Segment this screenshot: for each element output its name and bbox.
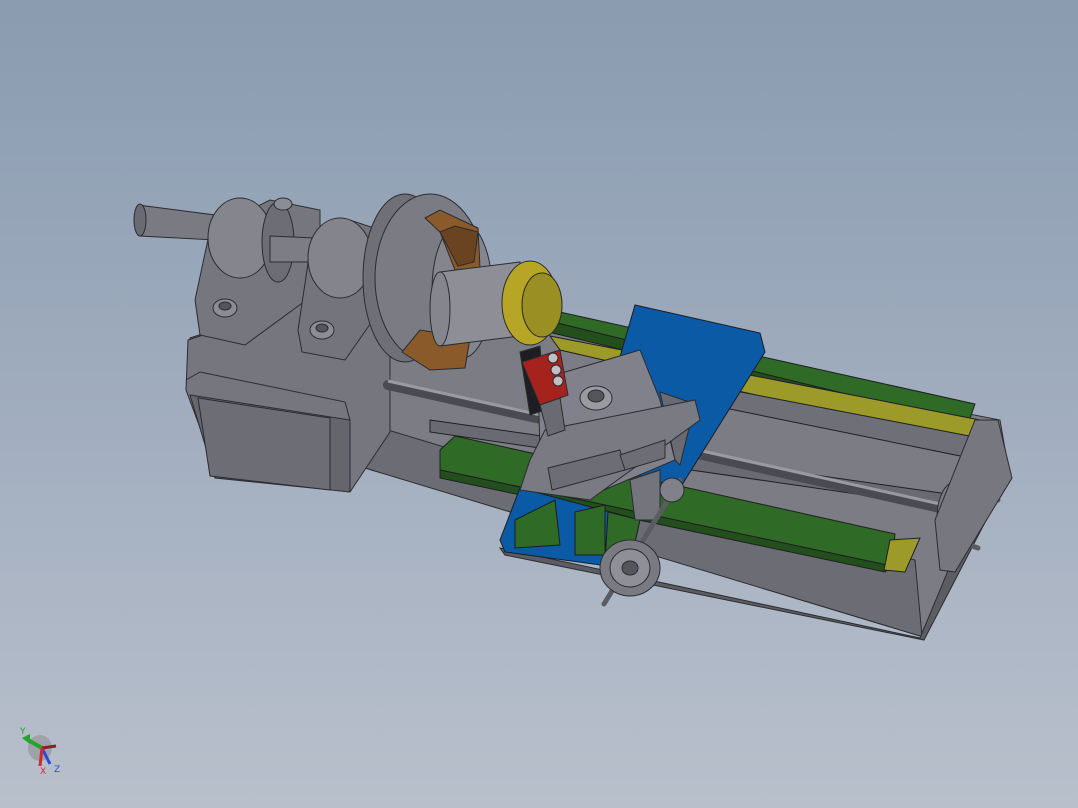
workpiece[interactable]	[429, 260, 563, 347]
lathe-model-view[interactable]	[0, 0, 1078, 808]
axis-label-x: X	[40, 767, 46, 777]
graphics-viewport[interactable]: Y X Z	[0, 0, 1078, 808]
axis-label-y: Y	[19, 727, 26, 737]
axis-triad-icon: Y X Z	[19, 727, 60, 777]
reference-triad: Y X Z	[14, 722, 80, 778]
spindle-assembly[interactable]	[133, 197, 381, 361]
axis-label-z: Z	[54, 765, 60, 775]
